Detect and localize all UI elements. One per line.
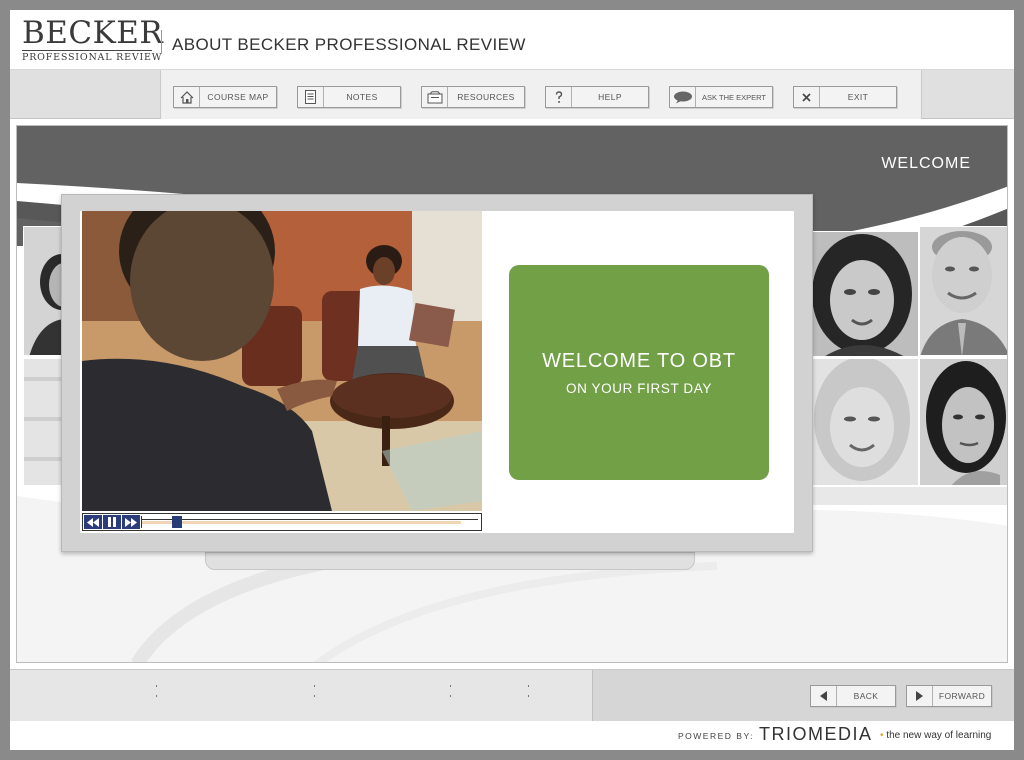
video-controls <box>82 513 482 531</box>
forward-arrow-icon <box>907 686 933 706</box>
logo-main-text: BECKER <box>22 15 164 51</box>
divider-dot <box>450 685 451 687</box>
media-player: WELCOME TO OBT ON YOUR FIRST DAY <box>61 194 813 552</box>
speech-bubble-icon <box>670 87 696 107</box>
staff-photo-woman-1 <box>811 231 919 357</box>
nav-button-area: BACK FORWARD <box>592 670 1014 722</box>
pause-icon <box>108 517 116 527</box>
back-label: BACK <box>853 691 879 701</box>
video-progress-track[interactable] <box>141 516 478 528</box>
staff-photo-strip <box>811 486 1007 506</box>
footer: POWERED BY: TRIOMEDIA • the new way of l… <box>10 721 1014 750</box>
app-frame: BECKER PROFESSIONAL REVIEW ABOUT BECKER … <box>10 10 1014 750</box>
triomedia-logo: TRIOMEDIA <box>759 724 873 744</box>
close-icon <box>794 87 820 107</box>
rewind-button[interactable] <box>84 515 102 529</box>
powered-by-label: POWERED BY: <box>678 731 755 741</box>
help-icon <box>546 87 572 107</box>
staff-photo-left-top <box>23 226 63 356</box>
divider-dot <box>156 685 157 687</box>
divider-dot <box>528 695 529 697</box>
progress-scrubber[interactable] <box>172 516 182 528</box>
exit-button[interactable]: EXIT <box>793 86 897 108</box>
welcome-heading: WELCOME TO OBT <box>542 349 736 372</box>
back-arrow-icon <box>811 686 837 706</box>
help-button[interactable]: HELP <box>545 86 649 108</box>
video-viewport[interactable] <box>82 211 482 511</box>
forward-label: FORWARD <box>938 691 986 701</box>
ask-the-expert-label: ASK THE EXPERT <box>702 92 766 102</box>
video-frame-image <box>82 211 482 511</box>
section-title: WELCOME <box>881 155 971 172</box>
welcome-card: WELCOME TO OBT ON YOUR FIRST DAY <box>509 265 769 480</box>
rewind-icon <box>87 517 99 527</box>
divider-dot <box>314 685 315 687</box>
accent-dot: • <box>880 730 884 741</box>
ask-the-expert-button[interactable]: ASK THE EXPERT <box>669 86 773 108</box>
page-title: ABOUT BECKER PROFESSIONAL REVIEW <box>172 35 526 54</box>
exit-label: EXIT <box>847 92 869 102</box>
divider-dot <box>156 695 157 697</box>
resources-icon <box>422 87 448 107</box>
pause-button[interactable] <box>103 515 121 529</box>
course-map-button[interactable]: COURSE MAP <box>173 86 277 108</box>
track-line <box>142 519 478 520</box>
welcome-subheading: ON YOUR FIRST DAY <box>566 380 712 396</box>
player-stand <box>205 552 695 570</box>
home-icon <box>174 87 200 107</box>
notes-button[interactable]: NOTES <box>297 86 401 108</box>
content-stage: WELCOME TO OBT ON YOUR FIRST DAY WELCOME <box>16 125 1008 663</box>
staff-photo-man-1 <box>919 226 1007 356</box>
becker-logo: BECKER PROFESSIONAL REVIEW <box>22 15 164 64</box>
notes-icon <box>298 87 324 107</box>
header: BECKER PROFESSIONAL REVIEW ABOUT BECKER … <box>10 10 1014 70</box>
back-button[interactable]: BACK <box>810 685 896 707</box>
resources-button[interactable]: RESOURCES <box>421 86 525 108</box>
bottom-navigation-bar: BACK FORWARD <box>10 669 1014 722</box>
divider-dot <box>314 695 315 697</box>
forward-button[interactable]: FORWARD <box>906 685 992 707</box>
tagline-text: the new way of learning <box>886 730 992 741</box>
course-map-label: COURSE MAP <box>207 92 269 102</box>
toolbar-button-area: COURSE MAP NOTES RESOURCES HELP ASK THE … <box>160 70 922 119</box>
staff-photo-woman-3 <box>919 358 1007 486</box>
notes-label: NOTES <box>346 92 378 102</box>
player-screen: WELCOME TO OBT ON YOUR FIRST DAY <box>80 211 794 533</box>
divider-dot <box>450 695 451 697</box>
tagline: • the new way of learning <box>880 730 991 741</box>
resources-label: RESOURCES <box>457 92 515 102</box>
help-label: HELP <box>598 92 622 102</box>
header-divider <box>161 30 162 54</box>
logo-sub-text: PROFESSIONAL REVIEW <box>22 50 163 63</box>
fast-forward-icon <box>125 517 137 527</box>
fast-forward-button[interactable] <box>122 515 140 529</box>
divider-dot <box>528 685 529 687</box>
toolbar: COURSE MAP NOTES RESOURCES HELP ASK THE … <box>10 70 1014 119</box>
buffered-bar <box>142 521 461 524</box>
staff-photo-woman-2 <box>811 358 919 486</box>
staff-photo-left-bottom <box>23 358 63 486</box>
